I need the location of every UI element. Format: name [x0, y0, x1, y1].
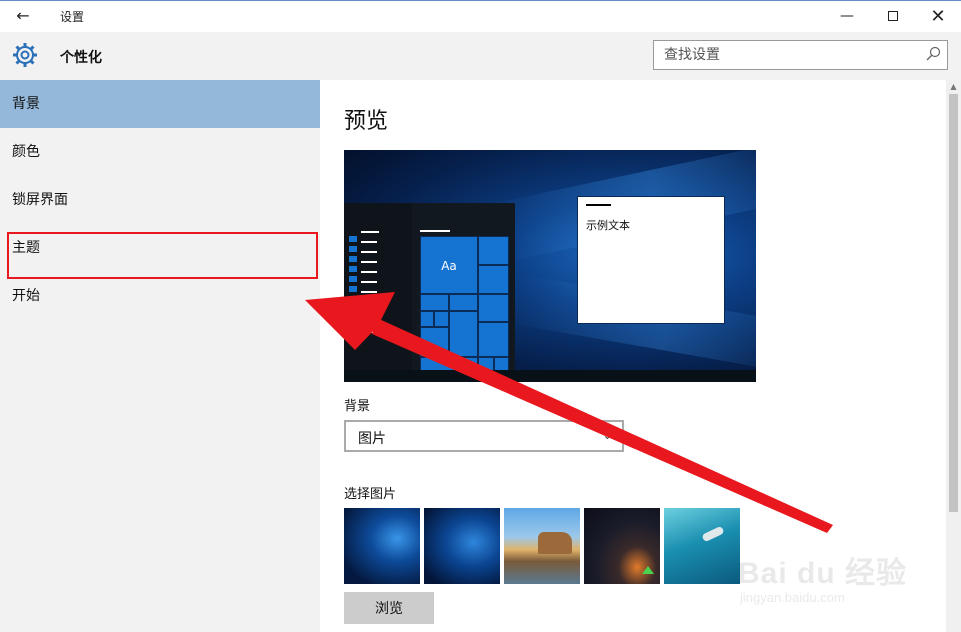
picture-thumbnail[interactable]	[664, 508, 740, 584]
start-tile	[449, 311, 478, 357]
search-input[interactable]	[664, 46, 914, 64]
app-icon	[349, 286, 357, 292]
search-box[interactable]	[653, 40, 948, 70]
app-list-line	[361, 271, 377, 273]
scroll-thumb[interactable]	[949, 94, 958, 512]
back-arrow-icon[interactable]: ←	[10, 5, 36, 27]
start-tile	[420, 294, 449, 311]
sidebar-item-colors[interactable]: 颜色	[0, 128, 320, 176]
watermark-brand: Bai du 经验	[738, 557, 908, 590]
app-icon	[349, 236, 357, 242]
picture-thumbnail[interactable]	[584, 508, 660, 584]
sample-window-preview: 示例文本	[577, 196, 725, 324]
watermark-url: jingyan.baidu.com	[740, 590, 845, 605]
start-tile	[494, 357, 509, 371]
picture-thumbnail[interactable]	[424, 508, 500, 584]
start-tile: Aa	[420, 236, 478, 294]
close-icon: ✕	[930, 6, 946, 27]
page-header: 个性化	[0, 32, 961, 80]
start-tile	[478, 265, 509, 294]
tile-group-header	[420, 230, 450, 232]
app-list-line	[361, 321, 377, 323]
sidebar-item-start[interactable]: 开始	[0, 272, 320, 320]
app-list-line	[361, 331, 373, 333]
app-list-line	[361, 311, 377, 313]
window-title: 设置	[60, 10, 85, 24]
picture-thumbnail[interactable]	[344, 508, 420, 584]
chevron-down-icon: ⌄	[602, 429, 612, 442]
app-icon	[349, 266, 357, 272]
app-list-line	[361, 261, 377, 263]
app-list-line	[361, 291, 377, 293]
title-bar: ← 设置 — ✕	[0, 0, 961, 32]
close-button[interactable]: ✕	[915, 1, 961, 32]
background-dropdown-value: 图片	[358, 431, 386, 447]
app-list-line	[361, 231, 379, 233]
preview-heading: 预览	[344, 109, 389, 134]
highlight-box	[7, 232, 318, 279]
app-icon	[349, 256, 357, 262]
app-icon	[349, 306, 357, 312]
app-icon	[349, 246, 357, 252]
start-tile	[478, 357, 494, 371]
minimize-icon: —	[840, 8, 854, 24]
app-icon	[349, 296, 357, 302]
minimize-button[interactable]: —	[824, 1, 870, 32]
start-tile	[478, 294, 509, 322]
start-menu-preview: Aa	[344, 203, 515, 382]
baidu-watermark: Bai du 经验 jingyan.baidu.com	[738, 540, 938, 630]
start-tile	[434, 311, 449, 327]
sidebar-item-background[interactable]: 背景	[0, 80, 320, 128]
start-menu-rail	[344, 203, 412, 382]
app-icon	[349, 276, 357, 282]
app-list-line	[361, 281, 377, 283]
start-tile	[420, 327, 449, 357]
start-tile	[420, 311, 434, 327]
start-tile	[449, 294, 478, 311]
choose-picture-label: 选择图片	[344, 487, 397, 502]
picture-thumbnail[interactable]	[504, 508, 580, 584]
sidebar-item-lock-screen[interactable]: 锁屏界面	[0, 176, 320, 224]
app-list-line	[361, 301, 377, 303]
browse-button[interactable]: 浏览	[344, 592, 434, 624]
rock-formation	[538, 532, 572, 554]
tent-shape	[642, 566, 654, 574]
start-tile	[420, 357, 478, 371]
scroll-up-icon[interactable]: ▲	[946, 80, 961, 94]
app-list-line	[361, 251, 377, 253]
maximize-button[interactable]	[870, 1, 916, 32]
sidebar: 背景 颜色 锁屏界面 主题 开始	[0, 80, 320, 632]
background-dropdown[interactable]: 图片 ⌄	[344, 420, 624, 452]
page-title: 个性化	[60, 50, 102, 66]
window-bar	[586, 204, 611, 206]
taskbar-preview	[344, 370, 756, 382]
sample-text: 示例文本	[586, 219, 630, 232]
app-list-line	[361, 241, 377, 243]
diver-shape	[701, 525, 725, 543]
gear-icon	[13, 43, 37, 67]
scrollbar[interactable]: ▲	[946, 80, 961, 632]
preview-image: Aa 示例文本	[344, 150, 756, 382]
maximize-icon	[888, 11, 898, 21]
search-icon[interactable]	[925, 46, 941, 62]
start-tile	[478, 236, 509, 265]
background-label: 背景	[344, 399, 371, 414]
start-tile	[478, 322, 509, 357]
